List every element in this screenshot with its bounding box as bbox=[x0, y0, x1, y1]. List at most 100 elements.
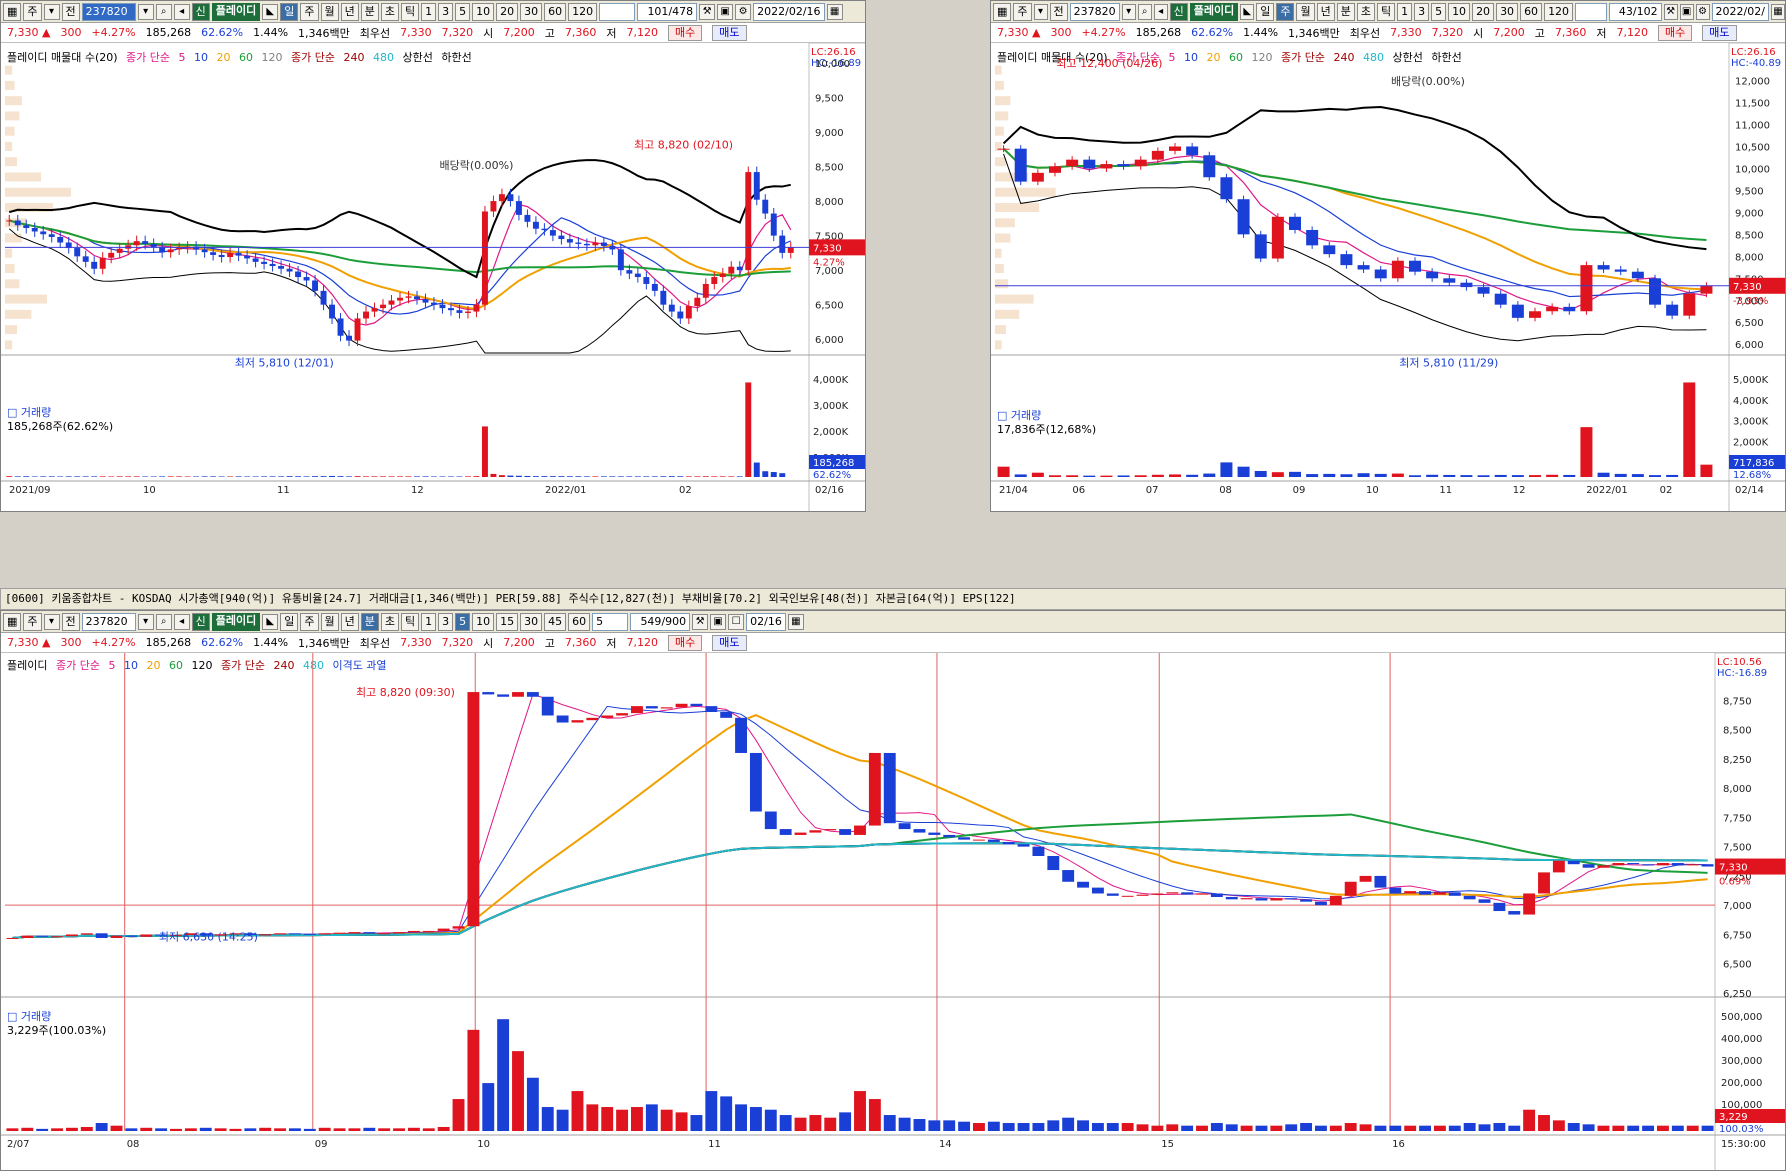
num-btn-30[interactable]: 30 bbox=[520, 612, 543, 631]
num-btn-1[interactable]: 1 bbox=[1397, 2, 1413, 21]
search-icon[interactable]: ⌕ bbox=[155, 3, 172, 20]
period-tab-week[interactable]: 주 bbox=[1276, 2, 1295, 21]
minute-interval-input[interactable]: 5 bbox=[592, 612, 629, 631]
buy-button[interactable]: 매수 bbox=[1658, 24, 1693, 41]
num-btn-10[interactable]: 10 bbox=[472, 612, 495, 631]
dropdown-arrow-icon[interactable]: ▾ bbox=[1033, 3, 1048, 20]
period-tab-week[interactable]: 주 bbox=[300, 612, 319, 631]
menu-icon[interactable]: ▦ bbox=[3, 2, 22, 21]
period-tab-second[interactable]: 초 bbox=[1356, 2, 1375, 21]
period-tab-second[interactable]: 초 bbox=[380, 612, 400, 631]
buy-button[interactable]: 매수 bbox=[668, 634, 703, 651]
period-tab-tick[interactable]: 틱 bbox=[401, 612, 420, 631]
prev-select[interactable]: 전 bbox=[61, 2, 80, 21]
period-tab-tick[interactable]: 틱 bbox=[401, 2, 420, 21]
period-tab-day[interactable]: 일 bbox=[280, 2, 299, 21]
period-tab-week[interactable]: 주 bbox=[300, 2, 319, 21]
sell-button[interactable]: 매도 bbox=[712, 24, 747, 41]
tools-icon[interactable]: ⚒ bbox=[699, 3, 716, 20]
period-tab-minute[interactable]: 분 bbox=[1336, 2, 1355, 21]
num-btn-3[interactable]: 3 bbox=[438, 612, 454, 631]
market-type-select[interactable]: 주 bbox=[23, 2, 42, 21]
custom-period-input[interactable] bbox=[599, 2, 636, 21]
prev-select[interactable]: 전 bbox=[61, 612, 80, 631]
period-tab-minute[interactable]: 분 bbox=[360, 612, 379, 631]
daily-chart-svg[interactable]: LC:26.16HC:-16.8910,0009,5009,0008,5008,… bbox=[1, 43, 866, 512]
period-tab-second[interactable]: 초 bbox=[380, 2, 400, 21]
search-icon[interactable]: ⌕ bbox=[1137, 3, 1152, 20]
period-tab-year[interactable]: 년 bbox=[340, 2, 359, 21]
stock-code-input[interactable]: 237820 bbox=[81, 2, 136, 21]
num-btn-20[interactable]: 20 bbox=[496, 2, 519, 21]
date-input[interactable]: 02/16 bbox=[746, 612, 786, 631]
prev-select[interactable]: 전 bbox=[1049, 2, 1068, 21]
period-tab-year[interactable]: 년 bbox=[1316, 2, 1335, 21]
dropdown-arrow-icon[interactable]: ▾ bbox=[43, 3, 60, 20]
num-btn-30[interactable]: 30 bbox=[1496, 2, 1519, 21]
speaker-icon[interactable]: ◂ bbox=[173, 613, 190, 630]
menu-icon[interactable]: ▦ bbox=[3, 612, 22, 631]
num-btn-3[interactable]: 3 bbox=[438, 2, 454, 21]
sell-button[interactable]: 매도 bbox=[712, 634, 747, 651]
save-icon[interactable]: ▣ bbox=[710, 613, 727, 630]
search-icon[interactable]: ⌕ bbox=[155, 613, 172, 630]
num-btn-30[interactable]: 30 bbox=[520, 2, 543, 21]
sell-button[interactable]: 매도 bbox=[1702, 24, 1737, 41]
code-dropdown-icon[interactable]: ▾ bbox=[1121, 3, 1136, 20]
count-input[interactable]: 549/900 bbox=[630, 612, 691, 631]
buy-button[interactable]: 매수 bbox=[668, 24, 703, 41]
num-btn-1[interactable]: 1 bbox=[421, 2, 437, 21]
period-tab-day[interactable]: 일 bbox=[1256, 2, 1275, 21]
stock-code-input[interactable]: 237820 bbox=[81, 612, 136, 631]
period-tab-day[interactable]: 일 bbox=[280, 612, 299, 631]
num-btn-20[interactable]: 20 bbox=[1472, 2, 1495, 21]
flag-icon[interactable]: ◣ bbox=[1240, 3, 1255, 20]
market-type-select[interactable]: 주 bbox=[1013, 2, 1032, 21]
tools-icon[interactable]: ⚒ bbox=[1663, 3, 1678, 20]
period-tab-year[interactable]: 년 bbox=[340, 612, 359, 631]
dropdown-arrow-icon[interactable]: ▾ bbox=[43, 613, 60, 630]
num-btn-3[interactable]: 3 bbox=[1414, 2, 1430, 21]
num-btn-5[interactable]: 5 bbox=[455, 2, 471, 21]
num-btn-10[interactable]: 10 bbox=[472, 2, 495, 21]
num-btn-60[interactable]: 60 bbox=[568, 612, 591, 631]
num-btn-1[interactable]: 1 bbox=[421, 612, 437, 631]
num-btn-120[interactable]: 120 bbox=[1544, 2, 1574, 21]
period-tab-month[interactable]: 월 bbox=[320, 612, 339, 631]
calendar-icon[interactable]: ▦ bbox=[1770, 3, 1785, 20]
custom-period-input[interactable] bbox=[1575, 2, 1608, 21]
date-input[interactable]: 2022/02/ bbox=[1711, 2, 1769, 21]
menu-icon[interactable]: ▦ bbox=[993, 2, 1012, 21]
num-btn-15[interactable]: 15 bbox=[496, 612, 519, 631]
flag-icon[interactable]: ◣ bbox=[262, 613, 279, 630]
num-btn-45[interactable]: 45 bbox=[544, 612, 567, 631]
calendar-icon[interactable]: ▦ bbox=[787, 613, 804, 630]
checkbox-icon[interactable]: ☐ bbox=[728, 613, 745, 630]
settings-icon[interactable]: ⚙ bbox=[1695, 3, 1710, 20]
period-tab-month[interactable]: 월 bbox=[1296, 2, 1315, 21]
speaker-icon[interactable]: ◂ bbox=[1153, 3, 1168, 20]
calendar-icon[interactable]: ▦ bbox=[826, 3, 843, 20]
market-type-select[interactable]: 주 bbox=[23, 612, 42, 631]
save-icon[interactable]: ▣ bbox=[717, 3, 734, 20]
speaker-icon[interactable]: ◂ bbox=[173, 3, 190, 20]
code-dropdown-icon[interactable]: ▾ bbox=[137, 3, 154, 20]
period-tab-tick[interactable]: 틱 bbox=[1376, 2, 1396, 21]
minute-chart-svg[interactable]: LC:10.56HC:-16.89 8,750 8,500 8,250 8,000 7,7… bbox=[1, 653, 1786, 1171]
flag-icon[interactable]: ◣ bbox=[262, 3, 279, 20]
date-input[interactable]: 2022/02/16 bbox=[753, 2, 825, 21]
num-btn-5[interactable]: 5 bbox=[455, 612, 471, 631]
code-dropdown-icon[interactable]: ▾ bbox=[137, 613, 154, 630]
settings-icon[interactable]: ⚙ bbox=[735, 3, 752, 20]
num-btn-120[interactable]: 120 bbox=[568, 2, 598, 21]
num-btn-10[interactable]: 10 bbox=[1448, 2, 1471, 21]
num-btn-5[interactable]: 5 bbox=[1431, 2, 1447, 21]
count-input[interactable]: 43/102 bbox=[1609, 2, 1662, 21]
count-input[interactable]: 101/478 bbox=[637, 2, 698, 21]
save-icon[interactable]: ▣ bbox=[1679, 3, 1694, 20]
period-tab-month[interactable]: 월 bbox=[320, 2, 339, 21]
period-tab-minute[interactable]: 분 bbox=[360, 2, 379, 21]
num-btn-60[interactable]: 60 bbox=[544, 2, 567, 21]
num-btn-60[interactable]: 60 bbox=[1520, 2, 1543, 21]
tools-icon[interactable]: ⚒ bbox=[692, 613, 709, 630]
